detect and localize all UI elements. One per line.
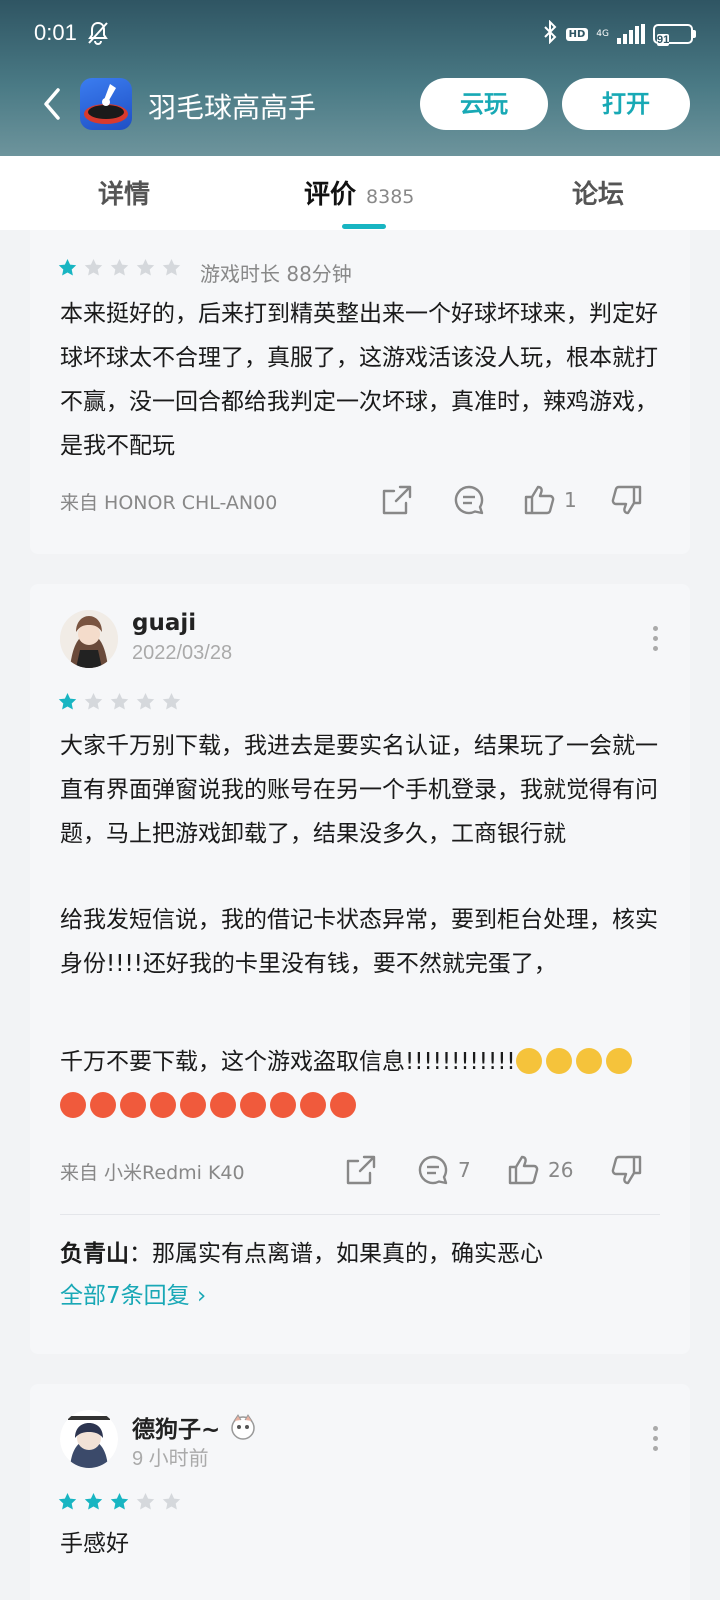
squinting-emoji xyxy=(515,1048,636,1075)
comment-count: 7 xyxy=(458,1158,471,1182)
username[interactable]: 德狗子~ xyxy=(132,1410,258,1444)
tab-forum[interactable]: 论坛 xyxy=(572,174,624,211)
status-bar: 0:01 HD 4G 91 xyxy=(0,0,720,70)
review-text: 大家千万别下载，我进去是要实名认证，结果玩了一会就一直有界面弹窗说我的账号在另一… xyxy=(60,733,658,847)
star-empty-icon xyxy=(162,1493,181,1510)
back-arrow-icon[interactable] xyxy=(38,84,68,124)
avatar[interactable] xyxy=(60,610,118,668)
device-info: 来自 HONOR CHL-AN00 xyxy=(60,492,278,514)
comment-icon xyxy=(454,485,484,515)
bluetooth-icon xyxy=(542,19,558,48)
thumbs-up-icon xyxy=(524,485,555,515)
star-empty-icon xyxy=(136,693,155,710)
review-text: 千万不要下载，这个游戏盗取信息!!!!!!!!!!!! xyxy=(60,1040,660,1128)
star-empty-icon xyxy=(136,1493,155,1510)
username-text: 德狗子~ xyxy=(132,1417,221,1443)
thumbs-down-icon xyxy=(611,485,642,515)
share-button[interactable] xyxy=(380,480,414,520)
app-header: 0:01 HD 4G 91 羽毛球高高手 云玩 打开 xyxy=(0,0,720,156)
user-badge-icon xyxy=(231,1414,256,1440)
share-button[interactable] xyxy=(344,1150,378,1190)
share-icon xyxy=(346,1155,376,1185)
star-rating xyxy=(58,1492,181,1511)
star-empty-icon xyxy=(110,259,129,276)
more-options-icon[interactable] xyxy=(650,626,660,656)
dislike-button[interactable] xyxy=(610,480,644,520)
cloud-play-button[interactable]: 云玩 xyxy=(420,78,548,130)
battery-level: 91 xyxy=(657,34,670,46)
star-empty-icon xyxy=(84,693,103,710)
playtime: 游戏时长 88分钟 xyxy=(200,262,352,286)
star-empty-icon xyxy=(110,693,129,710)
star-filled-icon xyxy=(110,1493,129,1510)
tab-reviews[interactable]: 评价 8385 xyxy=(304,174,414,211)
reply-author: 负青山 xyxy=(60,1241,129,1267)
star-filled-icon xyxy=(58,693,77,710)
star-empty-icon xyxy=(162,259,181,276)
star-empty-icon xyxy=(84,259,103,276)
app-title: 羽毛球高高手 xyxy=(148,91,317,124)
dislike-button[interactable] xyxy=(610,1150,644,1190)
review-date: 2022/03/28 xyxy=(132,642,233,664)
network-type: 4G xyxy=(596,28,609,39)
star-rating xyxy=(58,692,181,711)
divider xyxy=(60,1214,660,1215)
open-button[interactable]: 打开 xyxy=(562,78,690,130)
thumbs-up-icon xyxy=(508,1155,539,1185)
battery-icon: 91 xyxy=(653,24,696,46)
review-text: 本来挺好的，后来打到精英整出来一个好球坏球来，判定好球坏球太不合理了，真服了，这… xyxy=(60,301,658,459)
thumbs-down-icon xyxy=(611,1155,642,1185)
mute-icon xyxy=(86,20,110,50)
review-text: 手感好 xyxy=(60,1531,129,1557)
review-card: guaji 2022/03/28 大家千万别下载，我进去是要实名认证，结果玩了一… xyxy=(30,584,690,1354)
comment-button[interactable]: 7 xyxy=(416,1150,471,1190)
app-icon xyxy=(80,78,132,130)
star-filled-icon xyxy=(84,1493,103,1510)
review-text-line: 千万不要下载，这个游戏盗取信息!!!!!!!!!!!! xyxy=(60,1049,516,1075)
star-empty-icon xyxy=(136,259,155,276)
tab-reviews-label: 评价 xyxy=(304,180,357,210)
star-empty-icon xyxy=(162,693,181,710)
all-replies-link[interactable]: 全部7条回复 › xyxy=(60,1276,206,1310)
comment-button[interactable] xyxy=(452,480,486,520)
status-time: 0:01 xyxy=(34,20,77,45)
device-info: 来自 小米Redmi K40 xyxy=(60,1162,245,1184)
like-count: 1 xyxy=(564,488,577,512)
star-filled-icon xyxy=(58,1493,77,1510)
hd-badge: HD xyxy=(565,27,589,41)
review-card: 德狗子~ 9 小时前 手感好 xyxy=(30,1384,690,1600)
review-text: 给我发短信说，我的借记卡状态异常，要到柜台处理，核实身份!!!!还好我的卡里没有… xyxy=(60,907,658,977)
like-button[interactable]: 26 xyxy=(506,1150,573,1190)
comment-icon xyxy=(418,1155,448,1185)
star-rating xyxy=(58,258,181,277)
signal-icon xyxy=(617,24,645,44)
like-count: 26 xyxy=(548,1158,574,1182)
tab-indicator xyxy=(342,224,386,229)
star-filled-icon xyxy=(58,259,77,276)
tab-details[interactable]: 详情 xyxy=(98,174,150,211)
tab-bar: 详情 评价 8385 论坛 xyxy=(0,156,720,230)
angry-emoji xyxy=(60,1092,360,1119)
top-reply[interactable]: 负青山：那属实有点离谱，如果真的，确实恶心 xyxy=(60,1234,543,1268)
share-icon xyxy=(382,485,412,515)
reviews-count: 8385 xyxy=(366,186,415,208)
more-options-icon[interactable] xyxy=(650,1426,660,1456)
reply-text: ：那属实有点离谱，如果真的，确实恶心 xyxy=(129,1241,543,1267)
review-date: 9 小时前 xyxy=(132,1448,209,1470)
avatar[interactable] xyxy=(60,1410,118,1468)
like-button[interactable]: 1 xyxy=(522,480,577,520)
username[interactable]: guaji xyxy=(132,610,196,636)
review-card: 游戏时长 88分钟 本来挺好的，后来打到精英整出来一个好球坏球来，判定好球坏球太… xyxy=(30,230,690,554)
